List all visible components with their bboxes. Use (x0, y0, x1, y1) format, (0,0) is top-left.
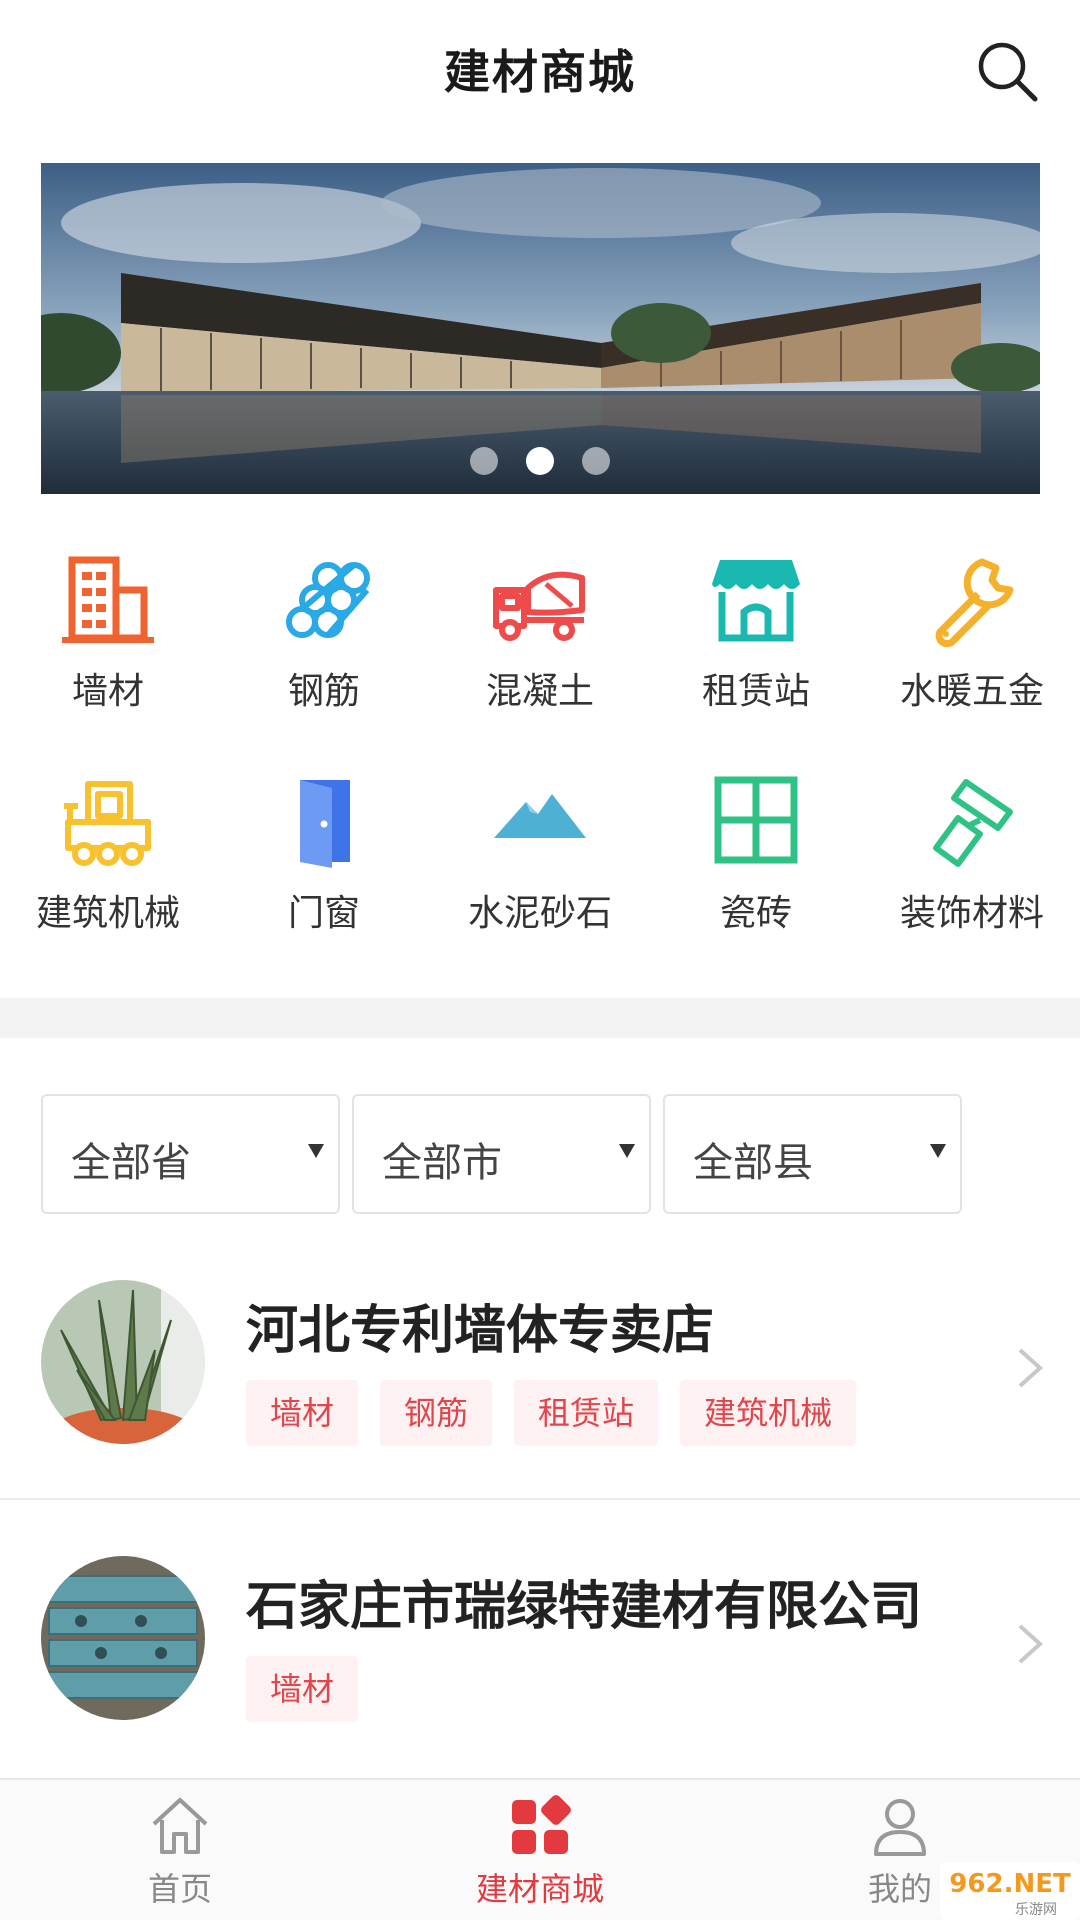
user-icon (868, 1794, 932, 1858)
category-cement-sand-stone[interactable]: 水泥砂石 (432, 772, 648, 972)
nav-label: 首页 (147, 1870, 212, 1908)
steel-bars-icon (274, 550, 374, 650)
store-tags: 墙材 钢筋 租赁站 建筑机械 (246, 1380, 878, 1446)
chevron-right-icon (1016, 1622, 1044, 1666)
nav-label: 建材商城 (475, 1870, 604, 1908)
banner-dot-active[interactable] (526, 447, 554, 475)
banner-carousel[interactable] (41, 163, 1040, 494)
category-label: 水泥砂石 (467, 893, 612, 934)
forklift-icon (58, 772, 158, 872)
category-tiles[interactable]: 瓷砖 (648, 772, 864, 972)
city-select-value: 全部市 (382, 1140, 502, 1186)
category-decoration-materials[interactable]: 装饰材料 (864, 772, 1080, 972)
dropdown-arrow-icon (619, 1144, 635, 1158)
banner-pagination (0, 447, 1080, 477)
chevron-right-icon (1016, 1346, 1044, 1390)
door-icon (274, 772, 374, 872)
category-label: 瓷砖 (719, 893, 792, 934)
category-doors-windows[interactable]: 门窗 (216, 772, 432, 972)
category-label: 租赁站 (701, 671, 810, 712)
bottom-nav: 首页 建材商城 我的 (0, 1778, 1080, 1920)
list-divider (0, 1498, 1080, 1500)
store-tag: 建筑机械 (680, 1380, 857, 1446)
dropdown-arrow-icon (308, 1144, 324, 1158)
category-label: 建筑机械 (35, 893, 180, 934)
page-title: 建材商城 (444, 45, 636, 99)
category-label: 钢筋 (287, 671, 360, 712)
category-plumbing-hardware[interactable]: 水暖五金 (864, 550, 1080, 750)
banner-image (41, 163, 1040, 494)
app-header: 建材商城 (0, 0, 1080, 140)
province-select-value: 全部省 (71, 1140, 191, 1186)
home-icon (148, 1794, 212, 1858)
category-steel-bars[interactable]: 钢筋 (216, 550, 432, 750)
store-name: 河北专利墙体专卖店 (246, 1301, 715, 1361)
category-label: 混凝土 (485, 671, 594, 712)
wrench-icon (922, 550, 1022, 650)
store-avatar (41, 1556, 205, 1720)
section-divider (0, 998, 1080, 1038)
paint-roller-icon (922, 772, 1022, 872)
category-label: 墙材 (71, 671, 144, 712)
category-label: 装饰材料 (899, 893, 1044, 934)
category-rental-station[interactable]: 租赁站 (648, 550, 864, 750)
category-concrete[interactable]: 混凝土 (432, 550, 648, 750)
mall-grid-icon (508, 1794, 572, 1858)
store-list-item[interactable]: 河北专利墙体专卖店 墙材 钢筋 租赁站 建筑机械 (0, 1280, 1080, 1550)
building-icon (58, 550, 158, 650)
store-tag: 墙材 (246, 1656, 359, 1722)
dropdown-arrow-icon (930, 1144, 946, 1158)
province-select[interactable]: 全部省 (41, 1094, 340, 1214)
nav-mall[interactable]: 建材商城 (360, 1780, 720, 1920)
category-label: 门窗 (287, 893, 360, 934)
nav-home[interactable]: 首页 (0, 1780, 360, 1920)
banner-dot[interactable] (470, 447, 498, 475)
svg-text:962.NET: 962.NET (949, 1869, 1071, 1899)
county-select-value: 全部县 (693, 1140, 813, 1186)
store-avatar (41, 1280, 205, 1444)
search-icon[interactable] (976, 40, 1040, 104)
concrete-mixer-truck-icon (490, 550, 590, 650)
banner-dot[interactable] (582, 447, 610, 475)
category-construction-machinery[interactable]: 建筑机械 (0, 772, 216, 972)
store-name: 石家庄市瑞绿特建材有限公司 (246, 1577, 923, 1637)
county-select[interactable]: 全部县 (663, 1094, 962, 1214)
city-select[interactable]: 全部市 (352, 1094, 651, 1214)
category-wall-materials[interactable]: 墙材 (0, 550, 216, 750)
svg-text:乐游网: 乐游网 (1015, 1902, 1057, 1918)
storefront-icon (706, 550, 806, 650)
mountain-icon (490, 772, 590, 872)
category-label: 水暖五金 (899, 671, 1044, 712)
store-tag: 钢筋 (380, 1380, 493, 1446)
store-tags: 墙材 (246, 1656, 380, 1722)
store-tag: 墙材 (246, 1380, 359, 1446)
tile-grid-icon (706, 772, 806, 872)
store-tag: 租赁站 (514, 1380, 659, 1446)
site-watermark-logo: 962.NET 乐游网 (940, 1862, 1080, 1920)
